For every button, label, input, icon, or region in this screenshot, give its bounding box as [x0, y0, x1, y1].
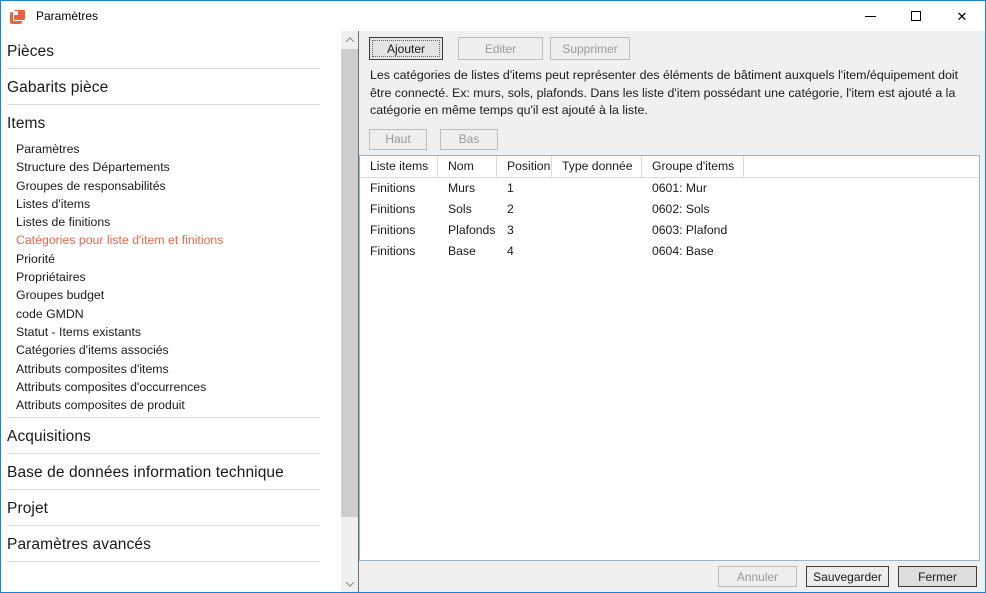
save-button[interactable]: Sauvegarder — [806, 566, 889, 587]
categories-table: Liste items Nom Position Type donnée Gro… — [359, 155, 980, 561]
sidebar-item-listes-items[interactable]: Listes d'items — [7, 195, 320, 213]
close-button[interactable]: ✕ — [939, 1, 985, 31]
window-controls: ✕ — [847, 1, 985, 31]
cell-filler — [744, 199, 979, 220]
category-description-text: Les catégories de listes d'items peut re… — [359, 60, 985, 122]
sidebar-item-categories-liste-item-finitions[interactable]: Catégories pour liste d'item et finition… — [7, 231, 320, 249]
maximize-icon — [911, 11, 921, 21]
cell-groupe-items: 0604: Base — [642, 241, 744, 262]
cell-groupe-items: 0603: Plafond — [642, 220, 744, 241]
sidebar-item-items[interactable]: Items — [7, 105, 320, 140]
move-toolbar: Haut Bas — [359, 122, 985, 155]
sidebar-item-proprietaires[interactable]: Propriétaires — [7, 268, 320, 286]
chevron-up-icon — [345, 37, 353, 45]
sidebar-item-base-donnees-information-technique[interactable]: Base de données information technique — [7, 454, 320, 489]
sidebar-item-attributs-composites-produit[interactable]: Attributs composites de produit — [7, 396, 320, 414]
cell-filler — [744, 178, 979, 199]
sidebar-item-gabarits-piece[interactable]: Gabarits pièce — [7, 69, 320, 104]
sidebar-item-groupes-responsabilites[interactable]: Groupes de responsabilités — [7, 177, 320, 195]
minimize-icon — [865, 16, 876, 17]
move-down-button[interactable]: Bas — [440, 129, 498, 150]
sidebar-item-parametres[interactable]: Paramètres — [7, 140, 320, 158]
delete-button[interactable]: Supprimer — [550, 37, 630, 60]
cell-liste-items: Finitions — [360, 199, 438, 220]
edit-button[interactable]: Editer — [458, 37, 543, 60]
sidebar-item-categories-items-associes[interactable]: Catégories d'items associés — [7, 341, 320, 359]
sidebar-item-attributs-composites-occurrences[interactable]: Attributs composites d'occurrences — [7, 378, 320, 396]
sidebar-item-groupes-budget[interactable]: Groupes budget — [7, 286, 320, 304]
table-row[interactable]: Finitions Sols 2 0602: Sols — [360, 199, 979, 220]
cell-liste-items: Finitions — [360, 241, 438, 262]
column-header-nom[interactable]: Nom — [438, 156, 497, 177]
cell-filler — [744, 220, 979, 241]
sidebar-item-statut-items-existants[interactable]: Statut - Items existants — [7, 323, 320, 341]
close-icon: ✕ — [957, 10, 968, 23]
sidebar-section-gabarits: Gabarits pièce — [7, 69, 320, 105]
cell-filler — [744, 241, 979, 262]
cell-nom: Murs — [438, 178, 497, 199]
sidebar-item-projet[interactable]: Projet — [7, 490, 320, 525]
scroll-up-button[interactable] — [341, 31, 358, 48]
cell-groupe-items: 0601: Mur — [642, 178, 744, 199]
cell-type-donnee — [552, 199, 642, 220]
column-header-groupe-items[interactable]: Groupe d'items — [642, 156, 744, 177]
sidebar-item-parametres-avances[interactable]: Paramètres avancés — [7, 526, 320, 561]
sidebar-item-pieces[interactable]: Pièces — [7, 33, 320, 68]
close-dialog-button[interactable]: Fermer — [898, 566, 977, 587]
cell-nom: Base — [438, 241, 497, 262]
cell-position: 4 — [497, 241, 552, 262]
cell-nom: Sols — [438, 199, 497, 220]
cell-position: 2 — [497, 199, 552, 220]
scroll-down-button[interactable] — [341, 575, 358, 592]
cell-type-donnee — [552, 241, 642, 262]
titlebar: Paramètres ✕ — [1, 1, 985, 31]
cell-groupe-items: 0602: Sols — [642, 199, 744, 220]
sidebar-item-acquisitions[interactable]: Acquisitions — [7, 418, 320, 453]
column-header-liste-items[interactable]: Liste items — [360, 156, 438, 177]
table-row[interactable]: Finitions Base 4 0604: Base — [360, 241, 979, 262]
sidebar-section-items: Items Paramètres Structure des Départeme… — [7, 105, 320, 418]
add-button[interactable]: Ajouter — [369, 37, 443, 60]
chevron-down-icon — [345, 578, 353, 586]
cell-nom: Plafonds — [438, 220, 497, 241]
cell-position: 3 — [497, 220, 552, 241]
table-header-row: Liste items Nom Position Type donnée Gro… — [360, 156, 979, 178]
cell-type-donnee — [552, 220, 642, 241]
table-row[interactable]: Finitions Plafonds 3 0603: Plafond — [360, 220, 979, 241]
sidebar-section-pieces: Pièces — [7, 33, 320, 69]
settings-window: Paramètres ✕ Pièces Gabarits pièce Items… — [0, 0, 986, 593]
cancel-button[interactable]: Annuler — [718, 566, 797, 587]
column-header-filler — [744, 156, 979, 177]
scrollbar-thumb[interactable] — [341, 49, 358, 517]
sidebar-items-children: Paramètres Structure des Départements Gr… — [7, 140, 320, 417]
sidebar-item-priorite[interactable]: Priorité — [7, 250, 320, 268]
sidebar-item-code-gmdn[interactable]: code GMDN — [7, 305, 320, 323]
main-area: Pièces Gabarits pièce Items Paramètres S… — [1, 31, 985, 592]
cell-position: 1 — [497, 178, 552, 199]
minimize-button[interactable] — [847, 1, 893, 31]
sidebar-section-projet: Projet — [7, 490, 320, 526]
sidebar-section-parametres-avances: Paramètres avancés — [7, 526, 320, 562]
sidebar: Pièces Gabarits pièce Items Paramètres S… — [1, 31, 358, 592]
app-icon — [10, 9, 27, 24]
cell-type-donnee — [552, 178, 642, 199]
column-header-type-donnee[interactable]: Type donnée — [552, 156, 642, 177]
sidebar-scrollbar[interactable] — [341, 31, 358, 592]
app-icon-inner-square — [13, 11, 18, 15]
column-header-position[interactable]: Position — [497, 156, 552, 177]
sidebar-section-bd-info-technique: Base de données information technique — [7, 454, 320, 490]
cell-liste-items: Finitions — [360, 220, 438, 241]
sidebar-item-listes-finitions[interactable]: Listes de finitions — [7, 213, 320, 231]
sidebar-item-structure-departements[interactable]: Structure des Départements — [7, 158, 320, 176]
sidebar-section-acquisitions: Acquisitions — [7, 418, 320, 454]
sidebar-item-attributs-composites-items[interactable]: Attributs composites d'items — [7, 360, 320, 378]
content-panel: Ajouter Editer Supprimer Les catégories … — [358, 31, 985, 592]
cell-liste-items: Finitions — [360, 178, 438, 199]
footer-bar: Annuler Sauvegarder Fermer — [359, 561, 985, 592]
move-up-button[interactable]: Haut — [369, 129, 427, 150]
window-title: Paramètres — [36, 9, 98, 23]
crud-toolbar: Ajouter Editer Supprimer — [359, 31, 985, 60]
table-row[interactable]: Finitions Murs 1 0601: Mur — [360, 178, 979, 199]
maximize-button[interactable] — [893, 1, 939, 31]
